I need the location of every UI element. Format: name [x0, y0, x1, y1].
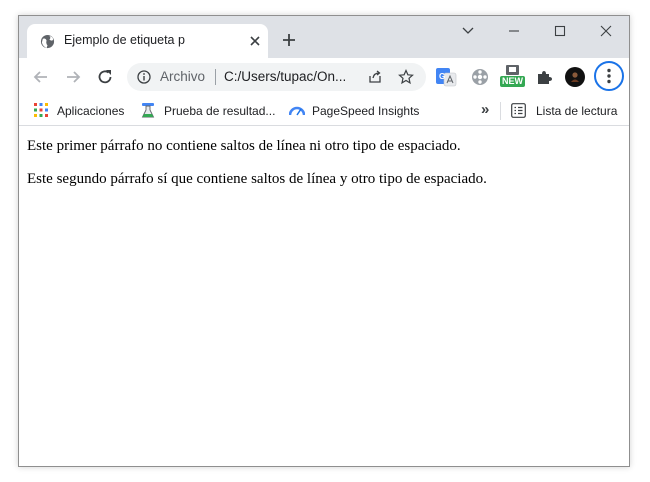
back-arrow-icon[interactable] [31, 67, 51, 87]
bookmarks-bar: Aplicaciones Prueba de resultad... PageS… [19, 96, 629, 126]
tab-close-icon[interactable] [247, 33, 263, 49]
bookmark-aplicaciones[interactable]: Aplicaciones [34, 96, 134, 126]
tab-active[interactable]: Ejemplo de etiqueta p [27, 24, 268, 58]
bookmark-label: PageSpeed Insights [312, 104, 420, 118]
close-window-button[interactable] [583, 16, 629, 46]
flask-icon [141, 103, 155, 122]
svg-text:G: G [439, 72, 445, 81]
close-icon [600, 25, 612, 37]
url-text[interactable]: C:/Users/tupac/On... [224, 69, 346, 84]
omnibox-separator [215, 69, 216, 85]
minimize-icon [509, 30, 519, 32]
bookmarks-separator [500, 102, 501, 120]
new-badge-extension-icon[interactable]: NEW [500, 64, 526, 90]
minimize-button[interactable] [491, 16, 537, 46]
reading-list-button[interactable]: Lista de lectura [511, 96, 627, 126]
apps-grid-icon [34, 103, 48, 120]
pagespeed-icon [288, 103, 306, 120]
globe-icon [40, 34, 55, 49]
new-badge: NEW [500, 76, 525, 87]
tab-title: Ejemplo de etiqueta p [64, 33, 185, 47]
share-icon[interactable] [367, 69, 383, 90]
maximize-icon [554, 25, 566, 37]
bookmark-pagespeed-insights[interactable]: PageSpeed Insights [288, 96, 429, 126]
film-reel-extension-icon[interactable] [469, 66, 491, 88]
browser-window: Ejemplo de etiqueta p Archivo C:/Users/t… [18, 15, 630, 467]
profile-avatar[interactable] [564, 66, 586, 88]
reading-list-label: Lista de lectura [536, 104, 618, 118]
page-content: Este primer párrafo no contiene saltos d… [19, 127, 629, 466]
toolbar: Archivo C:/Users/tupac/On... G NEW [19, 58, 629, 96]
reload-icon[interactable] [95, 67, 115, 87]
browser-menu-button[interactable] [594, 61, 624, 91]
new-tab-plus-icon[interactable] [281, 32, 297, 48]
forward-arrow-icon[interactable] [63, 67, 83, 87]
paragraph-first: Este primer párrafo no contiene saltos d… [27, 138, 461, 154]
puzzle-icon[interactable] [533, 66, 555, 88]
bookmark-prueba-de-resultados[interactable]: Prueba de resultad... [141, 96, 281, 126]
chevron-down-icon [462, 27, 474, 34]
scheme-label: Archivo [160, 69, 206, 84]
tab-search-button[interactable] [445, 16, 491, 46]
paragraph-second: Este segundo párrafo sí que contiene sal… [27, 171, 487, 187]
info-icon[interactable] [137, 70, 151, 89]
translate-extension-icon[interactable]: G [435, 66, 457, 88]
address-bar[interactable]: Archivo C:/Users/tupac/On... [127, 63, 426, 91]
three-dots-vertical-icon [607, 68, 611, 84]
reading-list-icon [511, 103, 526, 121]
bookmark-label: Aplicaciones [57, 104, 125, 118]
tab-strip: Ejemplo de etiqueta p [19, 16, 629, 58]
maximize-button[interactable] [537, 16, 583, 46]
bookmark-label: Prueba de resultad... [164, 104, 276, 118]
bookmark-star-icon[interactable] [398, 69, 414, 90]
bookmarks-overflow-button[interactable]: » [481, 101, 489, 118]
